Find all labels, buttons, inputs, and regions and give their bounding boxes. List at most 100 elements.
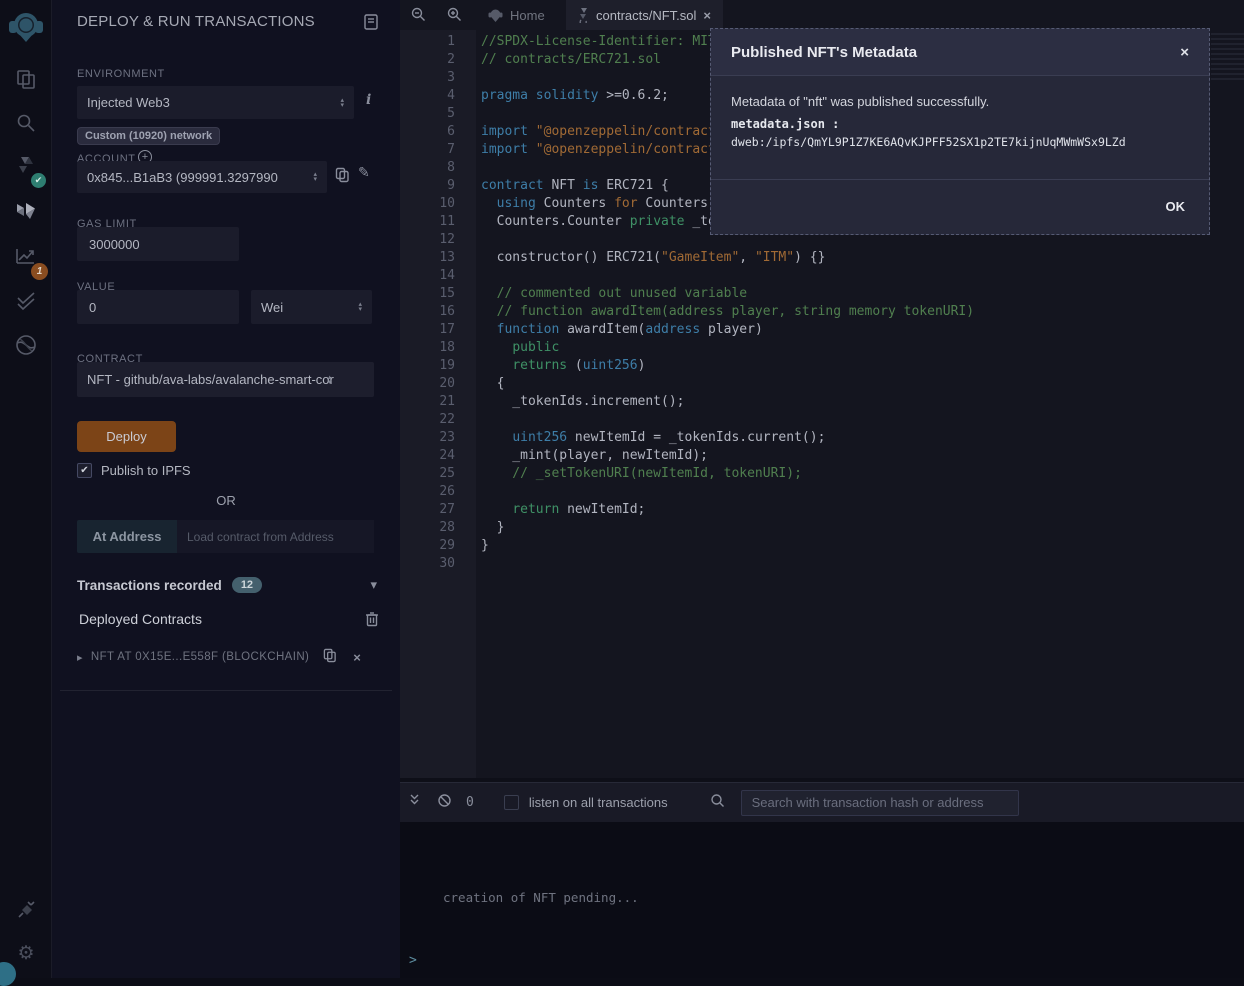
- remix-logo-icon[interactable]: [0, 6, 52, 48]
- file-explorer-icon[interactable]: [0, 62, 52, 96]
- code-line: public: [481, 339, 974, 357]
- compiler-success-badge: ✔: [31, 173, 46, 188]
- transactions-recorded-label: Transactions recorded: [77, 578, 222, 593]
- transaction-count: 0: [466, 795, 474, 810]
- clear-console-icon[interactable]: [437, 793, 452, 813]
- collapse-terminal-icon[interactable]: [408, 793, 421, 813]
- contract-select[interactable]: NFT - github/ava-labs/avalanche-smart-co…: [77, 362, 374, 397]
- tab-nft-sol[interactable]: contracts/NFT.sol ×: [566, 0, 723, 30]
- solidity-compiler-icon[interactable]: ✔: [0, 148, 52, 186]
- modal-filename: metadata.json :: [731, 117, 1189, 131]
- or-divider: OR: [52, 493, 400, 508]
- deploy-run-icon[interactable]: [0, 194, 52, 228]
- code-line: {: [481, 375, 974, 393]
- copy-account-icon[interactable]: [335, 167, 350, 188]
- terminal-prompt: >: [409, 953, 417, 968]
- modal-body: Metadata of "nft" was published successf…: [711, 76, 1209, 179]
- icon-sidebar: ✔ 1: [0, 0, 52, 978]
- transactions-count-badge: 12: [232, 577, 262, 593]
- publish-ipfs-checkbox[interactable]: ✔: [77, 463, 92, 478]
- listen-all-checkbox[interactable]: [504, 795, 519, 810]
- tab-home-label: Home: [510, 8, 545, 23]
- chevron-right-icon[interactable]: ▸: [77, 651, 83, 664]
- account-select[interactable]: 0x845...B1aB3 (999991.3297990 ▴▾: [77, 161, 327, 193]
- analytics-icon[interactable]: 1: [0, 238, 52, 276]
- account-value: 0x845...B1aB3 (999991.3297990: [87, 170, 278, 185]
- modal-ipfs-hash: dweb:/ipfs/QmYL9P1Z7KE6AQvKJPFF52SX1p2TE…: [731, 135, 1189, 149]
- edit-account-icon[interactable]: ✎: [358, 164, 370, 181]
- environment-value: Injected Web3: [87, 95, 170, 110]
- code-line: [481, 483, 974, 501]
- transactions-recorded-row[interactable]: Transactions recorded 12 ▾: [77, 577, 377, 593]
- zoom-out-icon[interactable]: [410, 6, 427, 28]
- modal-title: Published NFT's Metadata: [731, 44, 917, 61]
- code-line: [481, 555, 974, 573]
- code-line: returns (uint256): [481, 357, 974, 375]
- solidity-file-icon: [578, 8, 589, 23]
- documentation-icon[interactable]: [364, 14, 379, 35]
- search-icon: [710, 793, 725, 813]
- search-plugin-icon[interactable]: [0, 106, 52, 140]
- caret-updown-icon: ▴▾: [328, 375, 332, 385]
- trash-icon[interactable]: [365, 611, 379, 632]
- panel-title: DEPLOY & RUN TRANSACTIONS: [77, 13, 315, 30]
- code-line: function awardItem(address player): [481, 321, 974, 339]
- tab-close-icon[interactable]: ×: [703, 8, 711, 23]
- panel-separator: [60, 690, 392, 691]
- terminal-pending-message: creation of NFT pending...: [443, 890, 639, 905]
- code-line: constructor() ERC721("GameItem", "ITM") …: [481, 249, 974, 267]
- deployed-contract-name: NFT AT 0X15E...E558F (BLOCKCHAIN): [91, 651, 309, 663]
- code-line: return newItemId;: [481, 501, 974, 519]
- value-unit: Wei: [261, 300, 283, 315]
- plugin-manager-icon[interactable]: [0, 892, 52, 926]
- listen-all-label: listen on all transactions: [529, 795, 668, 810]
- tab-nft-sol-label: contracts/NFT.sol: [596, 8, 696, 23]
- remove-contract-icon[interactable]: ×: [353, 650, 361, 665]
- code-line: }: [481, 537, 974, 555]
- plugin-sphere-icon[interactable]: [0, 328, 52, 362]
- terminal-toolbar: 0 listen on all transactions: [400, 782, 1244, 822]
- code-line: [481, 411, 974, 429]
- code-line: // function awardItem(address player, st…: [481, 303, 974, 321]
- copy-contract-icon[interactable]: [323, 648, 337, 666]
- code-line: // commented out unused variable: [481, 285, 974, 303]
- network-badge: Custom (10920) network: [77, 127, 220, 145]
- deploy-panel: DEPLOY & RUN TRANSACTIONS ENVIRONMENT In…: [52, 0, 400, 978]
- deploy-button[interactable]: Deploy: [77, 421, 176, 452]
- tab-home[interactable]: Home: [476, 0, 557, 30]
- publish-ipfs-label: Publish to IPFS: [101, 463, 191, 478]
- code-line: uint256 newItemId = _tokenIds.current();: [481, 429, 974, 447]
- value-unit-select[interactable]: Wei ▴▾: [251, 290, 372, 324]
- modal-ok-button[interactable]: OK: [1166, 199, 1186, 214]
- terminal-search-input[interactable]: [741, 790, 1019, 816]
- caret-updown-icon: ▴▾: [358, 302, 362, 312]
- code-line: _mint(player, newItemId);: [481, 447, 974, 465]
- analytics-notification-badge: 1: [31, 263, 48, 280]
- value-input[interactable]: [77, 290, 239, 324]
- unit-testing-icon[interactable]: [0, 284, 52, 318]
- gas-limit-input[interactable]: [77, 227, 239, 261]
- at-address-input[interactable]: [177, 520, 374, 553]
- modal-header: Published NFT's Metadata ×: [711, 29, 1209, 76]
- deployed-contracts-label: Deployed Contracts: [79, 611, 202, 627]
- deployed-contract-item[interactable]: ▸ NFT AT 0X15E...E558F (BLOCKCHAIN) ×: [77, 648, 377, 666]
- modal-close-icon[interactable]: ×: [1180, 44, 1189, 61]
- home-remix-icon: [488, 8, 503, 23]
- modal-footer: OK: [711, 179, 1209, 234]
- published-metadata-modal: Published NFT's Metadata × Metadata of "…: [710, 28, 1210, 235]
- zoom-in-icon[interactable]: [446, 6, 463, 28]
- chevron-down-icon[interactable]: ▾: [370, 577, 377, 593]
- environment-select[interactable]: Injected Web3 ▴▾: [77, 86, 354, 119]
- caret-updown-icon: ▴▾: [340, 98, 344, 108]
- caret-updown-icon: ▴▾: [313, 172, 317, 182]
- environment-label: ENVIRONMENT: [77, 68, 165, 80]
- environment-info-icon[interactable]: i: [366, 92, 371, 108]
- code-line: }: [481, 519, 974, 537]
- contract-value: NFT - github/ava-labs/avalanche-smart-co…: [87, 372, 334, 387]
- code-line: [481, 267, 974, 285]
- code-line: // _setTokenURI(newItemId, tokenURI);: [481, 465, 974, 483]
- terminal-output[interactable]: creation of NFT pending... >: [400, 822, 1244, 978]
- at-address-button[interactable]: At Address: [77, 520, 177, 553]
- minimap[interactable]: [1211, 33, 1244, 83]
- editor-tabbar: Home contracts/NFT.sol ×: [400, 0, 1244, 30]
